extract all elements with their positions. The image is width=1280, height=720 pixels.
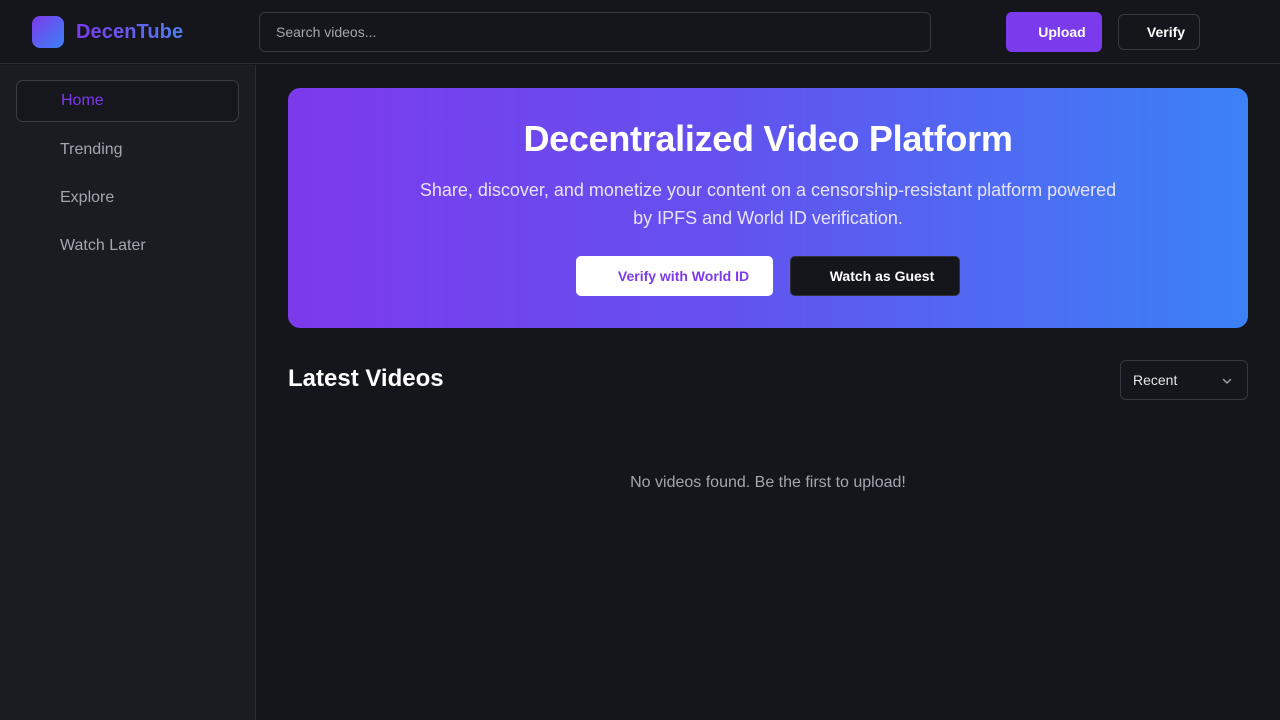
sidebar-item-label: Watch Later <box>60 237 146 254</box>
brand-name: DecenTube <box>76 20 184 43</box>
search-input[interactable] <box>259 12 931 52</box>
hero-title: Decentralized Video Platform <box>523 118 1013 159</box>
chevron-down-icon <box>1222 378 1232 384</box>
brand-logo-icon <box>32 16 64 48</box>
sort-select[interactable]: Recent <box>1120 360 1248 400</box>
empty-state-message: No videos found. Be the first to upload! <box>630 474 906 491</box>
latest-videos-heading: Latest Videos <box>288 365 444 392</box>
sidebar-item-label: Home <box>61 92 104 109</box>
sidebar-item-watch-later[interactable]: Watch Later <box>16 225 239 267</box>
hero-subtitle: Share, discover, and monetize your conte… <box>419 180 1117 228</box>
sidebar-item-explore[interactable]: Explore <box>16 177 239 219</box>
sidebar-item-trending[interactable]: Trending <box>16 129 239 171</box>
verify-button[interactable]: Verify <box>1118 14 1200 50</box>
sidebar-item-home[interactable]: Home <box>16 80 239 122</box>
upload-button[interactable]: Upload <box>1006 12 1102 52</box>
sort-selected-value: Recent <box>1133 372 1178 388</box>
sidebar-item-label: Trending <box>60 141 123 158</box>
brand-logo[interactable]: DecenTube <box>32 16 183 48</box>
top-header: DecenTube Upload Verify <box>0 0 1280 64</box>
watch-as-guest-button[interactable]: Watch as Guest <box>790 256 960 296</box>
sidebar: Home Trending Explore Watch Later <box>0 65 256 720</box>
hero-banner: Decentralized Video Platform Share, disc… <box>288 88 1248 328</box>
sidebar-item-label: Explore <box>60 189 115 206</box>
verify-world-id-button[interactable]: Verify with World ID <box>576 256 773 296</box>
